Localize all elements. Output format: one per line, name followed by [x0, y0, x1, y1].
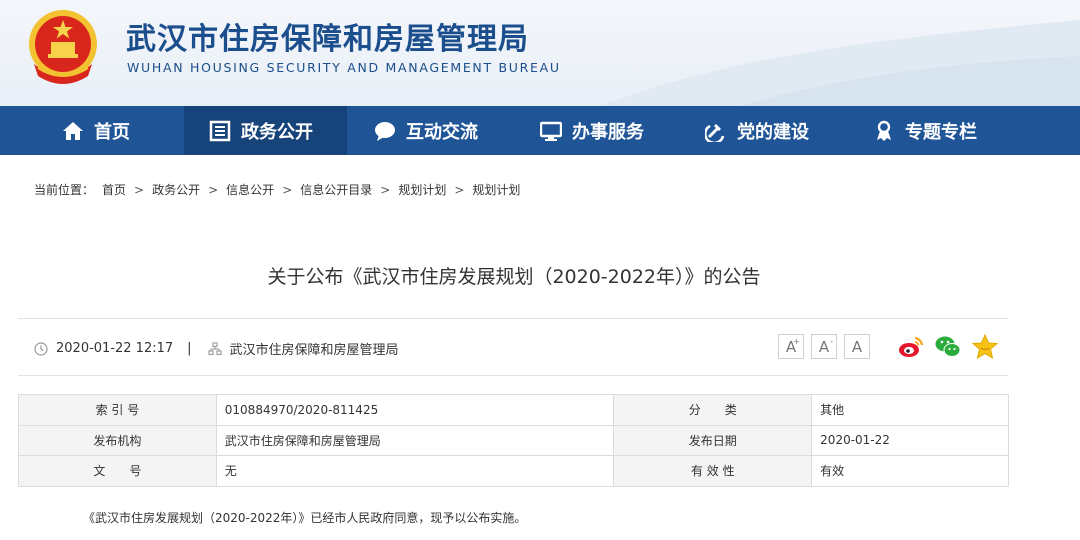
nav-label: 专题专栏 [905, 121, 977, 143]
nav-item-home[interactable]: 首页 [62, 106, 130, 155]
breadcrumb-prefix: 当前位置： [34, 183, 95, 197]
favorite-icon[interactable] [971, 333, 999, 361]
table-value: 其他 [811, 394, 1009, 426]
site-header: 武汉市住房保障和房屋管理局 WUHAN HOUSING SECURITY AND… [0, 0, 1080, 106]
nav-label: 办事服务 [572, 121, 644, 143]
nav-item-party-building[interactable]: 党的建设 [705, 106, 809, 155]
nav-item-interaction[interactable]: 互动交流 [374, 106, 478, 155]
site-subtitle: WUHAN HOUSING SECURITY AND MANAGEMENT BU… [127, 60, 561, 75]
national-emblem-icon [29, 10, 97, 84]
breadcrumb-item[interactable]: 首页 [102, 181, 126, 198]
document-icon [209, 120, 231, 141]
font-button-sup: + [793, 337, 800, 346]
breadcrumb-separator: > [454, 182, 465, 197]
breadcrumb-item[interactable]: 信息公开 [226, 181, 274, 198]
table-label: 有 效 性 [613, 455, 813, 487]
breadcrumb-item[interactable]: 规划计划 [398, 181, 446, 198]
clock-icon [34, 341, 48, 356]
font-size-controls: A + A- A [778, 334, 877, 359]
main-nav: 首页 政务公开 互动交流 办事服务 党的建设 专题专栏 [0, 106, 1080, 155]
article-meta-bar: 2020-01-22 12:17 | 武汉市住房保障和房屋管理局 A + A- A [18, 318, 1008, 376]
table-value: 010884970/2020-811425 [215, 394, 615, 426]
meta-divider: | [187, 341, 192, 356]
breadcrumb-separator: > [282, 182, 293, 197]
table-row: 发布机构 武汉市住房保障和房屋管理局 发布日期 2020-01-22 [18, 424, 1009, 457]
nav-label: 党的建设 [737, 121, 809, 143]
font-decrease-button[interactable]: A- [811, 334, 837, 359]
nav-item-special-column[interactable]: 专题专栏 [873, 106, 977, 155]
table-row: 文 号 无 有 效 性 有效 [18, 455, 1009, 487]
party-icon [705, 123, 725, 142]
font-button-label: A [851, 337, 863, 356]
table-value: 2020-01-22 [811, 424, 1009, 457]
article-title: 关于公布《武汉市住房发展规划（2020-2022年）》的公告 [267, 266, 761, 288]
chat-icon [375, 121, 395, 141]
font-default-button[interactable]: A [844, 334, 870, 359]
breadcrumb-item[interactable]: 规划计划 [472, 181, 520, 198]
nav-item-government-affairs[interactable]: 政务公开 [184, 106, 347, 155]
nav-item-services[interactable]: 办事服务 [540, 106, 644, 155]
organization-icon [207, 341, 222, 355]
table-label: 分 类 [613, 394, 813, 426]
font-button-sup: - [830, 337, 833, 346]
weibo-icon[interactable] [897, 333, 925, 361]
publish-datetime: 2020-01-22 12:17 [56, 341, 174, 356]
table-label: 发布日期 [613, 424, 813, 457]
wechat-icon[interactable] [934, 333, 962, 361]
info-table: 索 引 号 010884970/2020-811425 分 类 其他 发布机构 … [18, 394, 1009, 487]
table-row: 索 引 号 010884970/2020-811425 分 类 其他 [18, 394, 1009, 426]
breadcrumb-separator: > [380, 182, 391, 197]
breadcrumb-separator: > [208, 182, 219, 197]
share-bar [888, 333, 999, 361]
font-button-label: A [818, 337, 830, 356]
header-decoration [600, 20, 1080, 106]
table-label: 索 引 号 [18, 394, 217, 426]
site-title: 武汉市住房保障和房屋管理局 [126, 22, 529, 57]
table-label: 发布机构 [18, 424, 217, 457]
table-value: 武汉市住房保障和房屋管理局 [215, 424, 615, 457]
nav-label: 政务公开 [241, 121, 313, 143]
home-icon [63, 121, 83, 140]
breadcrumb-item[interactable]: 信息公开目录 [300, 181, 372, 198]
column-icon [877, 120, 891, 141]
table-value: 有效 [811, 455, 1009, 487]
nav-label: 首页 [94, 121, 130, 143]
article-body: 《武汉市住房发展规划（2020-2022年）》已经市人民政府同意，现予以公布实施… [83, 511, 527, 525]
nav-label: 互动交流 [406, 121, 478, 143]
breadcrumb-item[interactable]: 政务公开 [152, 181, 200, 198]
breadcrumb-separator: > [134, 182, 145, 197]
table-label: 文 号 [18, 455, 217, 487]
monitor-icon [540, 121, 562, 141]
article-source: 武汉市住房保障和房屋管理局 [229, 343, 399, 358]
breadcrumb: 当前位置： 首页 > 政务公开 > 信息公开 > 信息公开目录 > 规划计划 >… [34, 181, 520, 198]
table-value: 无 [215, 455, 615, 487]
font-increase-button[interactable]: A + [778, 334, 804, 359]
article-meta: 2020-01-22 12:17 | 武汉市住房保障和房屋管理局 [34, 339, 399, 358]
